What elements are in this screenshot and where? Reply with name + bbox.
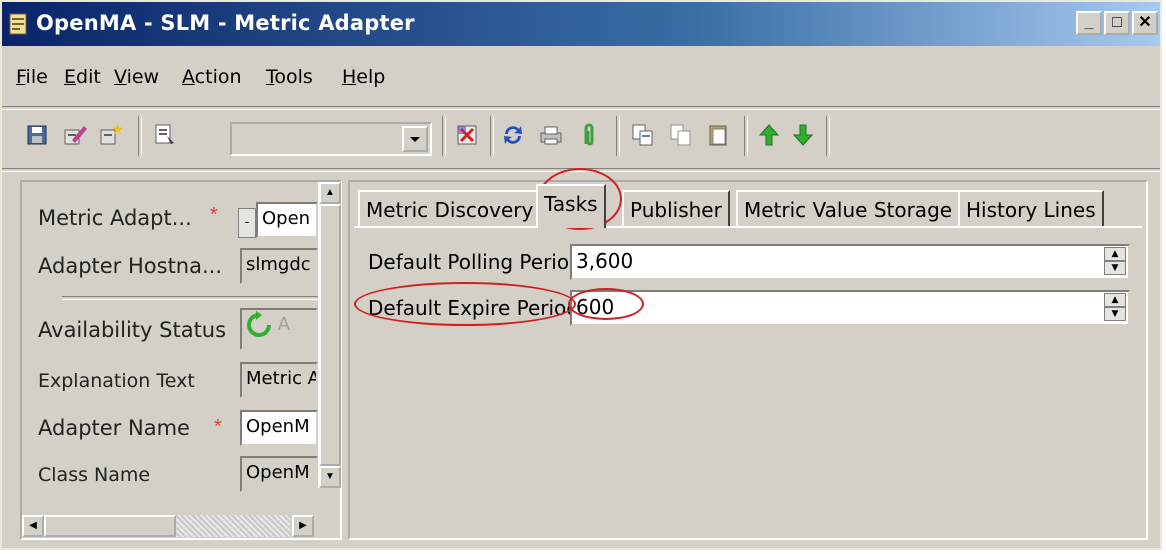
spin-down-icon[interactable]: ▼ bbox=[1104, 261, 1126, 275]
chevron-down-icon bbox=[410, 137, 420, 142]
copy-icon[interactable] bbox=[630, 122, 656, 148]
class-name-field[interactable]: OpenM bbox=[240, 456, 318, 492]
polling-period-spinner[interactable]: ▲ ▼ bbox=[1104, 247, 1126, 277]
required-marker: * bbox=[214, 416, 222, 438]
vertical-scrollbar[interactable]: ▲ ▼ bbox=[318, 182, 341, 488]
window-title: OpenMA - SLM - Metric Adapter bbox=[36, 11, 415, 35]
expire-period-spinner[interactable]: ▲ ▼ bbox=[1104, 293, 1126, 323]
toolbar-separator bbox=[616, 116, 620, 156]
hscroll-track[interactable] bbox=[176, 515, 290, 537]
tasks-tab-content: Default Polling Period 3,600 ▲ ▼ Default … bbox=[354, 226, 1142, 534]
toolbar-combo[interactable] bbox=[230, 122, 432, 156]
refresh-icon[interactable] bbox=[500, 122, 526, 148]
attach-icon[interactable] bbox=[576, 122, 602, 148]
explanation-text-field[interactable]: Metric A bbox=[240, 362, 318, 398]
default-polling-period-field[interactable]: 3,600 ▲ ▼ bbox=[570, 244, 1130, 280]
toolbar-separator bbox=[138, 116, 142, 156]
scroll-right-button[interactable]: ▶ bbox=[292, 515, 314, 537]
spin-down-icon[interactable]: ▼ bbox=[1104, 307, 1126, 321]
toolbar bbox=[12, 110, 912, 164]
menu-tools[interactable]: Tools bbox=[266, 66, 313, 88]
field-label-availability-status: Availability Status bbox=[38, 318, 227, 342]
tab-publisher[interactable]: Publisher bbox=[622, 190, 730, 226]
section-divider bbox=[62, 296, 318, 300]
adapter-hostname-field[interactable]: slmgdc bbox=[240, 248, 318, 284]
scroll-thumb[interactable] bbox=[319, 204, 341, 466]
minimize-button[interactable]: _ bbox=[1076, 11, 1102, 35]
field-label-adapter-hostname: Adapter Hostna... bbox=[38, 254, 223, 278]
new-icon[interactable] bbox=[98, 122, 124, 148]
arrow-up-icon[interactable] bbox=[756, 122, 782, 148]
maximize-button[interactable]: □ bbox=[1104, 11, 1130, 35]
clipboard-icon[interactable] bbox=[706, 122, 732, 148]
toolbar-separator bbox=[826, 116, 830, 156]
menu-help[interactable]: Help bbox=[342, 66, 385, 88]
availability-status-value: A bbox=[277, 314, 291, 335]
delete-icon[interactable] bbox=[454, 122, 480, 148]
scroll-down-button[interactable]: ▼ bbox=[319, 466, 341, 488]
adapter-name-field[interactable]: OpenM bbox=[240, 410, 318, 446]
tab-metric-discovery[interactable]: Metric Discovery bbox=[358, 190, 542, 226]
scroll-left-button[interactable]: ◀ bbox=[22, 515, 44, 537]
menu-action[interactable]: Action bbox=[182, 66, 242, 88]
edit-icon[interactable] bbox=[62, 122, 88, 148]
tabs-panel: Metric Discovery Tasks Publisher Metric … bbox=[348, 168, 1148, 540]
combo-dropdown-button[interactable] bbox=[402, 126, 428, 152]
toolbar-separator bbox=[744, 116, 748, 156]
field-label-metric-adapter: Metric Adapt... bbox=[38, 206, 192, 230]
hscroll-thumb[interactable] bbox=[44, 515, 176, 537]
default-expire-period-field[interactable]: 600 ▲ ▼ bbox=[570, 290, 1130, 326]
expand-toggle-button[interactable]: - bbox=[238, 208, 256, 238]
field-label-adapter-name: Adapter Name bbox=[38, 416, 190, 440]
default-expire-period-value: 600 bbox=[576, 295, 615, 319]
field-label-explanation-text: Explanation Text bbox=[38, 370, 195, 392]
required-marker: * bbox=[210, 204, 218, 226]
app-icon bbox=[9, 13, 27, 35]
toolbar-separator bbox=[490, 116, 494, 156]
toolbar-separator bbox=[442, 116, 446, 156]
spin-up-icon[interactable]: ▲ bbox=[1104, 293, 1126, 307]
tab-tasks[interactable]: Tasks bbox=[536, 184, 606, 228]
default-polling-period-value: 3,600 bbox=[576, 249, 634, 273]
spin-up-icon[interactable]: ▲ bbox=[1104, 247, 1126, 261]
field-label-default-expire-period: Default Expire Period bbox=[368, 296, 579, 320]
menu-edit[interactable]: Edit bbox=[64, 66, 101, 88]
properties-panel: Metric Adapt... * - Open Adapter Hostna.… bbox=[20, 180, 342, 540]
horizontal-scrollbar[interactable]: ◀ ▶ bbox=[22, 514, 318, 538]
menu-bar: File Edit View Action Tools Help bbox=[2, 52, 1160, 102]
title-bar[interactable]: OpenMA - SLM - Metric Adapter _ □ ✕ bbox=[2, 2, 1160, 46]
paste-icon[interactable] bbox=[668, 122, 694, 148]
app-window: OpenMA - SLM - Metric Adapter _ □ ✕ File… bbox=[0, 0, 1162, 550]
arrow-down-icon[interactable] bbox=[790, 122, 816, 148]
menu-view[interactable]: View bbox=[114, 66, 159, 88]
tab-history-lines[interactable]: History Lines bbox=[958, 190, 1104, 226]
tab-metric-value-storage[interactable]: Metric Value Storage bbox=[736, 190, 961, 226]
scroll-up-button[interactable]: ▲ bbox=[319, 182, 341, 204]
menu-file[interactable]: File bbox=[16, 66, 48, 88]
close-button[interactable]: ✕ bbox=[1132, 11, 1158, 35]
print-icon[interactable] bbox=[538, 122, 564, 148]
toolbar-divider bbox=[2, 168, 1160, 172]
availability-status-field[interactable]: A bbox=[240, 308, 318, 350]
refresh-status-icon bbox=[247, 311, 271, 337]
field-label-class-name: Class Name bbox=[38, 464, 151, 486]
field-label-default-polling-period: Default Polling Period bbox=[368, 250, 582, 274]
properties-icon[interactable] bbox=[152, 122, 178, 148]
save-icon[interactable] bbox=[24, 122, 50, 148]
metric-adapter-field[interactable]: Open bbox=[256, 202, 318, 238]
